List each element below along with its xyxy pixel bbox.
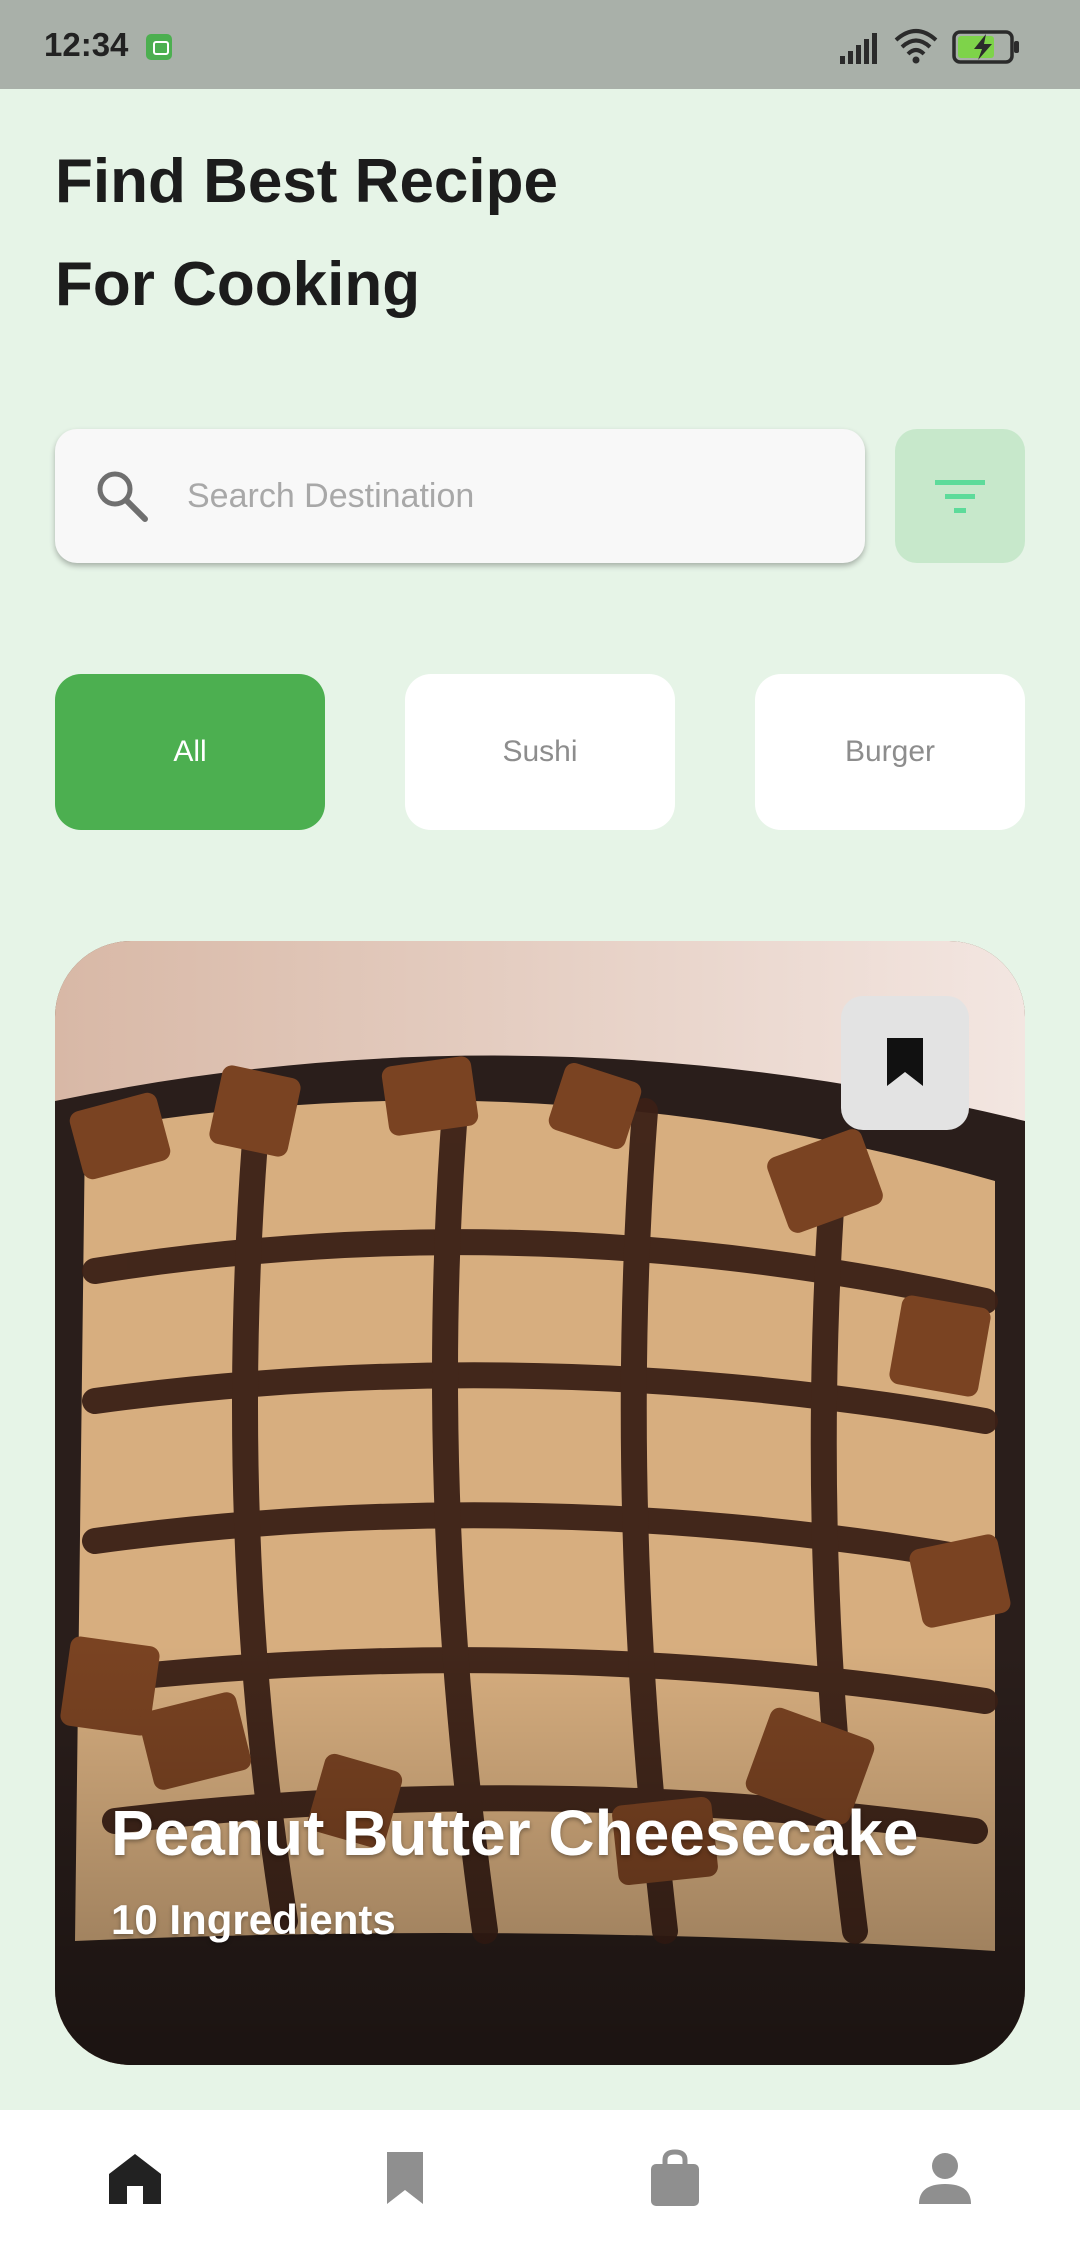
shopping-bag-icon (651, 2149, 699, 2206)
page-title-line-1: Find Best Recipe (55, 147, 558, 216)
page-title: Find Best Recipe For Cooking (55, 130, 755, 336)
status-bar: 12:34 (0, 0, 1080, 89)
recipe-title: Peanut Butter Cheesecake (111, 1797, 919, 1869)
search-input[interactable]: Search Destination (55, 429, 865, 563)
bookmark-icon (887, 1038, 923, 1086)
recipe-ingredients-count: 10 Ingredients (111, 1896, 396, 1943)
profile-icon (919, 2153, 971, 2204)
bottom-nav (0, 2110, 1080, 2246)
status-time: 12:34 (44, 26, 129, 63)
nav-home[interactable] (105, 2148, 165, 2208)
home-icon (109, 2154, 161, 2204)
category-chip-all[interactable]: All (55, 674, 325, 830)
nav-saved[interactable] (375, 2148, 435, 2208)
search-icon (97, 471, 148, 522)
wifi-icon (894, 29, 938, 64)
battery-charging-icon (952, 30, 1019, 64)
signal-icon (840, 33, 877, 64)
filter-icon (935, 480, 985, 513)
recipe-card[interactable]: Peanut Butter Cheesecake 10 Ingredients (55, 941, 1025, 2065)
bookmark-icon (387, 2152, 423, 2204)
filter-button[interactable] (895, 429, 1025, 563)
search-placeholder: Search Destination (187, 477, 475, 515)
category-chip-sushi[interactable]: Sushi (405, 674, 675, 830)
category-chip-burger[interactable]: Burger (755, 674, 1025, 830)
bookmark-button[interactable] (841, 996, 969, 1130)
nav-profile[interactable] (915, 2148, 975, 2208)
page-title-line-2: For Cooking (55, 250, 421, 319)
nav-shop[interactable] (645, 2148, 705, 2208)
app-notification-icon (146, 34, 172, 60)
